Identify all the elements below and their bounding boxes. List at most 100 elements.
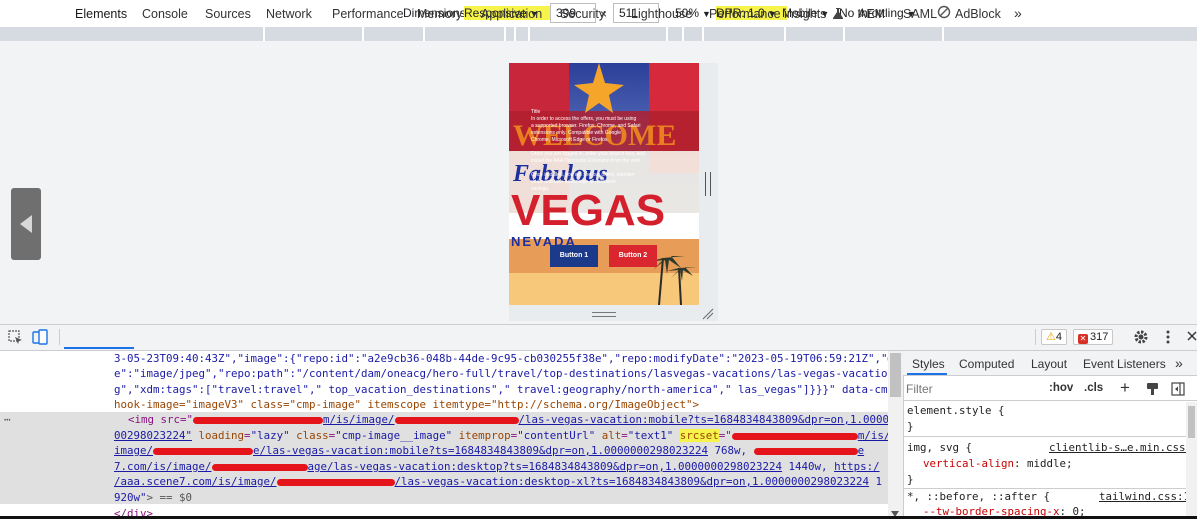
tab-application[interactable]: Application (481, 7, 542, 21)
dom-text: > == $0 (146, 491, 193, 504)
dom-link[interactable]: e/las-vegas-vacation:mobile?ts=168483484… (253, 444, 708, 457)
media-query-bar[interactable] (0, 27, 1197, 41)
media-divider (514, 27, 516, 41)
node-ellipsis-icon[interactable]: ⋯ (4, 412, 11, 428)
dom-tag: <img src=" (128, 413, 194, 426)
dom-link[interactable]: age/las-vegas-vacation:desktop?ts=168483… (308, 460, 783, 473)
media-divider (682, 27, 684, 41)
dom-attr: itemprop (458, 429, 511, 442)
media-divider (263, 27, 265, 41)
device-toggle-icon[interactable] (32, 329, 48, 348)
elements-scrollbar[interactable] (888, 351, 903, 519)
tab-performance-insights[interactable]: Performance insights (709, 7, 843, 21)
dom-link[interactable]: e (858, 444, 865, 457)
triangle-left-icon (20, 215, 32, 233)
style-rule-selector[interactable]: element.style { (907, 404, 1005, 417)
warnings-count: 4 (1055, 331, 1062, 343)
dom-value: "cmp-image__image" (335, 429, 453, 442)
resize-height-handle[interactable] (592, 312, 616, 317)
hov-toggle[interactable]: :hov (1049, 382, 1073, 394)
hero-button-1[interactable]: Button 1 (550, 245, 598, 267)
dom-text: hook-image="imageV3" class="cmp-image" i… (114, 398, 700, 411)
styles-filter-input[interactable] (906, 380, 1040, 398)
redaction-mark (394, 416, 519, 424)
scrollbar-thumb[interactable] (890, 353, 901, 397)
tab-console[interactable]: Console (142, 7, 188, 21)
more-tabs-button[interactable]: » (1014, 5, 1022, 21)
dom-link[interactable]: https:/ (834, 460, 880, 473)
active-tab-indicator (64, 347, 134, 349)
tab-adblock[interactable]: AdBlock (955, 7, 1001, 21)
kebab-menu-icon[interactable] (1166, 330, 1170, 347)
warning-icon: ⚠ (1046, 331, 1056, 343)
dom-value: "lazy" (250, 429, 290, 442)
hero-text-line: Once you are logged in, enter your searc… (531, 151, 645, 157)
hero-text-line: install the AAA Discounts Extension from… (531, 158, 642, 164)
tab-elements[interactable]: Elements (75, 7, 127, 21)
disable-rotation-icon[interactable] (937, 5, 951, 22)
dom-link[interactable]: m/is/image/ (323, 413, 395, 426)
style-rule-selector[interactable]: img, svg { (907, 441, 972, 454)
tab-styles[interactable]: Styles (912, 357, 945, 371)
toggle-sidebar-icon[interactable] (1171, 382, 1185, 399)
dom-text: 1440w, (782, 460, 835, 473)
tab-aem[interactable]: AEM (858, 7, 885, 21)
tab-layout[interactable]: Layout (1031, 357, 1067, 371)
dom-link[interactable]: image/ (114, 444, 153, 457)
styles-scrollbar[interactable] (1186, 402, 1197, 519)
more-tabs-button[interactable]: » (1175, 355, 1183, 371)
tab-security[interactable]: Security (560, 7, 605, 21)
dom-link[interactable]: /las-vegas-vacation:desktop-xl?ts=168483… (395, 475, 870, 488)
dom-text: 1 (869, 475, 883, 488)
dom-link[interactable]: /las-vegas-vacation:mobile?ts=1684834843… (519, 413, 903, 426)
tab-performance[interactable]: Performance (332, 7, 404, 21)
dom-text: 920w" (114, 491, 147, 504)
dom-attr: class (296, 429, 329, 442)
close-icon[interactable] (1187, 330, 1197, 345)
warnings-badge[interactable]: ⚠4 (1041, 329, 1067, 345)
dom-link[interactable]: m/is/ (858, 429, 891, 442)
dom-line: e":"image/jpeg","repo:path":"/content/da… (114, 367, 914, 380)
toolbar-divider (1035, 329, 1036, 345)
tab-saml[interactable]: SAML (903, 7, 937, 21)
dom-link[interactable]: 00298023224" (114, 429, 192, 442)
dom-value: "contentUrl" (517, 429, 596, 442)
dom-line: g","xdm:tags":["travel:travel"," top_vac… (114, 383, 901, 396)
paint-brush-icon[interactable] (1146, 382, 1159, 399)
cls-toggle[interactable]: .cls (1084, 382, 1103, 394)
dom-link[interactable]: /aaa.scene7.com/is/image/ (114, 475, 277, 488)
dom-attr: alt (601, 429, 622, 442)
media-divider (843, 27, 845, 41)
style-declaration[interactable]: vertical-align: middle; (923, 457, 1073, 470)
errors-badge[interactable]: ✕ 317 (1073, 329, 1114, 345)
hero-button-2[interactable]: Button 2 (609, 245, 657, 267)
tab-lighthouse[interactable]: Lighthouse (631, 7, 692, 21)
style-rule-selector[interactable]: *, ::before, ::after { (907, 490, 1050, 503)
devtools-tab-bar (0, 324, 1197, 351)
redaction-mark (153, 447, 254, 455)
media-divider (666, 27, 668, 41)
media-divider (504, 27, 506, 41)
rule-separator (903, 436, 1197, 437)
settings-gear-icon[interactable] (1133, 329, 1149, 348)
tab-computed[interactable]: Computed (959, 357, 1014, 371)
media-divider (423, 27, 425, 41)
tab-event-listeners[interactable]: Event Listeners (1083, 357, 1166, 371)
tab-sources[interactable]: Sources (205, 7, 251, 21)
tab-memory[interactable]: Memory (417, 7, 462, 21)
inspect-element-icon[interactable] (8, 330, 23, 348)
media-divider (702, 27, 704, 41)
new-rule-plus-icon[interactable]: + (1120, 378, 1130, 398)
tab-network[interactable]: Network (266, 7, 312, 21)
resize-corner-icon[interactable] (702, 308, 714, 323)
dom-link[interactable]: 7.com/is/image/ (114, 460, 212, 473)
collapse-panel-button[interactable] (11, 188, 41, 260)
hero-text-block: Title In order to access the offers, you… (531, 109, 645, 193)
resize-width-handle[interactable] (705, 172, 711, 196)
hero-text-line: savings. (531, 186, 550, 192)
errors-count: 317 (1090, 331, 1109, 343)
style-source-link[interactable]: clientlib-s…e.min.css:1 (1049, 441, 1197, 454)
style-source-link[interactable]: tailwind.css:14 (1099, 490, 1197, 503)
dom-text: 768w, (708, 444, 754, 457)
scrollbar-thumb[interactable] (1188, 406, 1195, 438)
